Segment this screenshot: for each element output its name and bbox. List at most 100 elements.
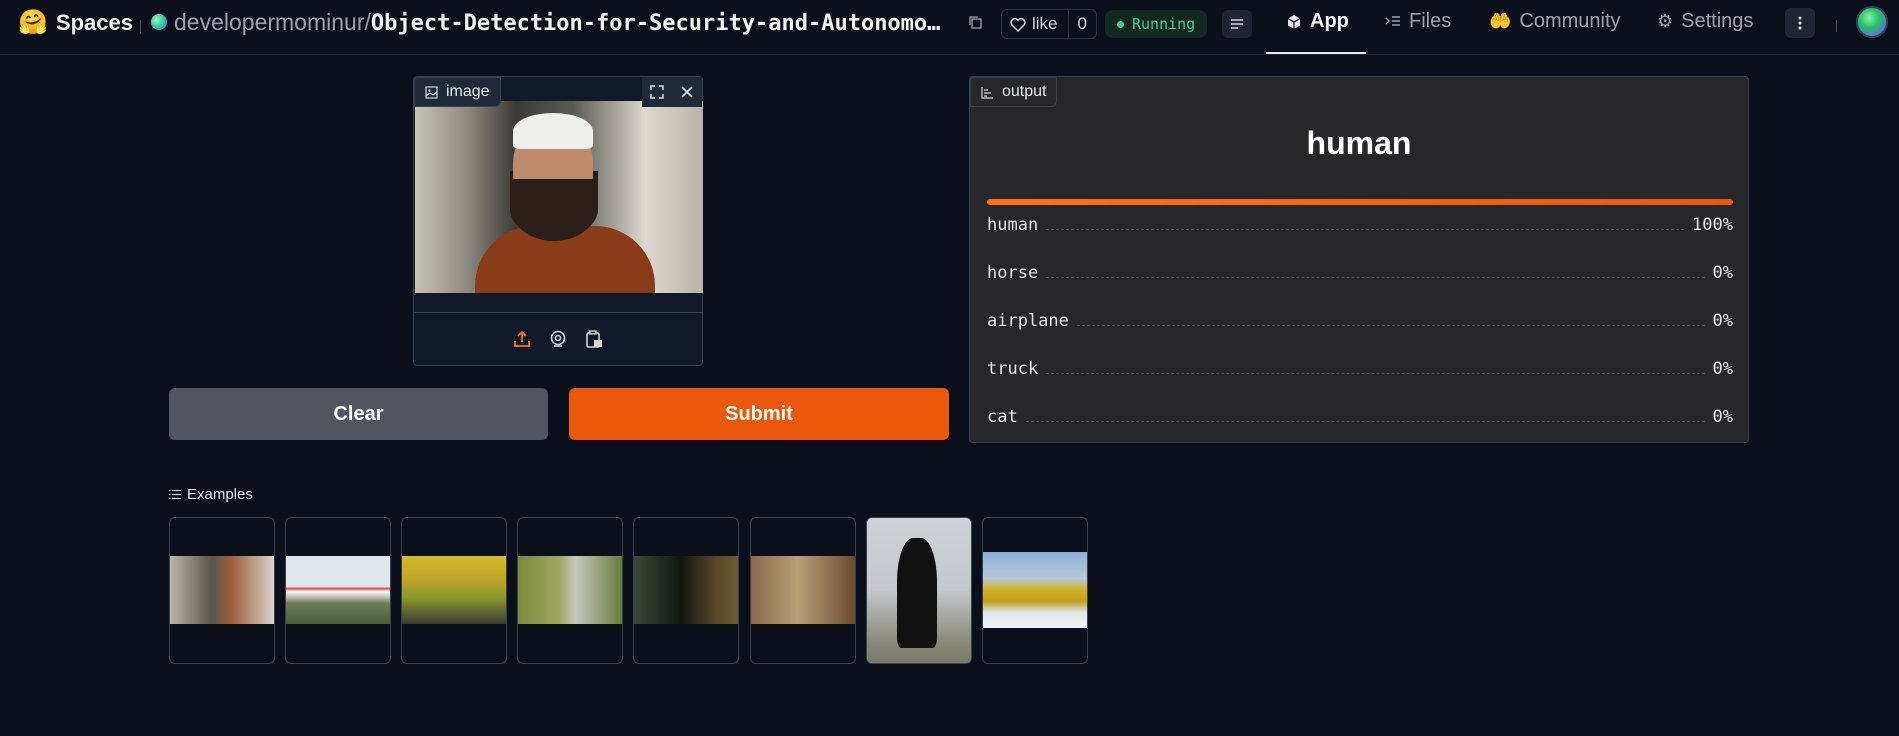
- example-thumbnail: [634, 556, 738, 624]
- paste-from-clipboard-button[interactable]: [583, 328, 605, 350]
- label-chart-icon: [981, 86, 993, 99]
- confidence-row[interactable]: cat 0%: [987, 403, 1733, 427]
- example-thumbnail: [867, 518, 971, 663]
- example-thumbnail: [286, 556, 390, 624]
- tab-app[interactable]: App: [1286, 10, 1349, 33]
- repo-name-link[interactable]: Object-Detection-for-Security-and-Autono…: [371, 11, 941, 36]
- example-horse[interactable]: [866, 517, 972, 664]
- clipboard-icon: [586, 330, 602, 348]
- examples-header: Examples: [169, 486, 253, 503]
- tab-community[interactable]: 🤲 Community: [1489, 10, 1621, 33]
- dotted-leader: [1025, 421, 1705, 422]
- status-dot-icon: [1117, 20, 1124, 28]
- image-label: image: [446, 83, 490, 100]
- brand-label: Spaces: [55, 10, 133, 35]
- like-label: like: [1032, 14, 1058, 33]
- class-label: airplane: [987, 311, 1069, 331]
- vertical-dots-icon: [1798, 16, 1802, 30]
- image-source-bar: [414, 312, 702, 365]
- gear-icon: ⚙: [1657, 11, 1674, 31]
- files-icon: [1385, 15, 1400, 26]
- submit-button[interactable]: Submit: [569, 388, 949, 440]
- output-label-tag: output: [970, 77, 1058, 107]
- repo-path: developermominur/Object-Detection-for-Se…: [174, 9, 940, 36]
- like-button[interactable]: like 0: [1001, 9, 1097, 39]
- fullscreen-button[interactable]: [642, 77, 672, 107]
- owner-link[interactable]: developermominur: [174, 9, 364, 35]
- dotted-leader: [1046, 277, 1705, 278]
- example-thumbnail: [170, 556, 274, 624]
- spaces-brand[interactable]: 🤗 Spaces: [18, 10, 133, 36]
- logs-button[interactable]: [1222, 10, 1252, 38]
- webcam-icon: [550, 330, 566, 347]
- class-confidence: 0%: [1712, 359, 1733, 379]
- example-thumbnail: [402, 556, 506, 624]
- example-bird[interactable]: [517, 517, 623, 664]
- class-confidence: 0%: [1712, 407, 1733, 427]
- class-label: cat: [987, 407, 1018, 427]
- active-tab-indicator: [1266, 52, 1366, 54]
- class-confidence: 0%: [1712, 311, 1733, 331]
- example-thumbnail: [751, 556, 855, 624]
- class-confidence: 0%: [1712, 263, 1733, 283]
- class-label: human: [987, 215, 1039, 235]
- example-human[interactable]: [169, 517, 275, 664]
- example-airplane[interactable]: [285, 517, 391, 664]
- tab-app-label: App: [1310, 10, 1349, 32]
- class-label: truck: [987, 359, 1039, 379]
- upload-icon: [514, 330, 530, 347]
- confidence-row[interactable]: airplane 0%: [987, 307, 1733, 331]
- example-cat[interactable]: [633, 517, 739, 664]
- example-truck[interactable]: [982, 517, 1088, 664]
- dotted-leader: [1046, 373, 1705, 374]
- upload-button[interactable]: [511, 328, 533, 350]
- confidence-row[interactable]: human 100%: [987, 211, 1733, 235]
- divider: [1836, 20, 1837, 32]
- example-frog[interactable]: [750, 517, 856, 664]
- example-thumbnail: [518, 556, 622, 624]
- clear-image-button[interactable]: [672, 77, 702, 107]
- running-status-badge[interactable]: Running: [1105, 10, 1208, 38]
- image-input-panel: image: [413, 76, 703, 366]
- image-label-tag: image: [414, 77, 501, 107]
- class-label: horse: [987, 263, 1039, 283]
- uploaded-image: [415, 101, 703, 293]
- class-confidence: 100%: [1692, 215, 1733, 235]
- more-options-button[interactable]: [1785, 8, 1815, 38]
- top-confidence-fill: [987, 199, 1733, 205]
- fullscreen-icon: [650, 85, 664, 99]
- owner-avatar: [151, 14, 167, 30]
- user-avatar[interactable]: [1856, 6, 1888, 38]
- tab-settings-label: Settings: [1681, 10, 1754, 32]
- hugging-face-logo-icon: 🤗: [18, 9, 48, 36]
- list-icon: [169, 489, 181, 500]
- copy-icon[interactable]: [968, 15, 982, 29]
- dotted-leader: [1076, 325, 1705, 326]
- webcam-button[interactable]: [547, 328, 569, 350]
- dotted-leader: [1046, 229, 1685, 230]
- like-count: 0: [1077, 14, 1087, 33]
- image-toolbar: [642, 77, 702, 107]
- predicted-label: human: [1306, 125, 1412, 161]
- logs-icon: [1231, 19, 1243, 29]
- tab-settings[interactable]: ⚙ Settings: [1657, 10, 1753, 33]
- tab-files[interactable]: Files: [1385, 10, 1451, 33]
- community-icon: 🤲: [1489, 11, 1512, 31]
- top-confidence-bar: [987, 199, 1733, 205]
- image-icon: [425, 85, 438, 99]
- output-panel: output human human 100% horse 0% airplan…: [969, 76, 1749, 443]
- divider: [140, 20, 141, 34]
- examples-label: Examples: [187, 486, 253, 503]
- tab-files-label: Files: [1409, 10, 1452, 32]
- heart-icon: [1010, 17, 1026, 32]
- clear-button[interactable]: Clear: [169, 388, 548, 440]
- top-navigation: 🤗 Spaces developermominur/Object-Detecti…: [0, 0, 1899, 55]
- tab-community-label: Community: [1519, 10, 1621, 32]
- close-icon: [681, 86, 693, 98]
- example-thumbnail: [983, 552, 1087, 628]
- example-car[interactable]: [401, 517, 507, 664]
- output-label: output: [1002, 83, 1047, 100]
- confidence-row[interactable]: truck 0%: [987, 355, 1733, 379]
- confidence-row[interactable]: horse 0%: [987, 259, 1733, 283]
- status-label: Running: [1132, 15, 1196, 33]
